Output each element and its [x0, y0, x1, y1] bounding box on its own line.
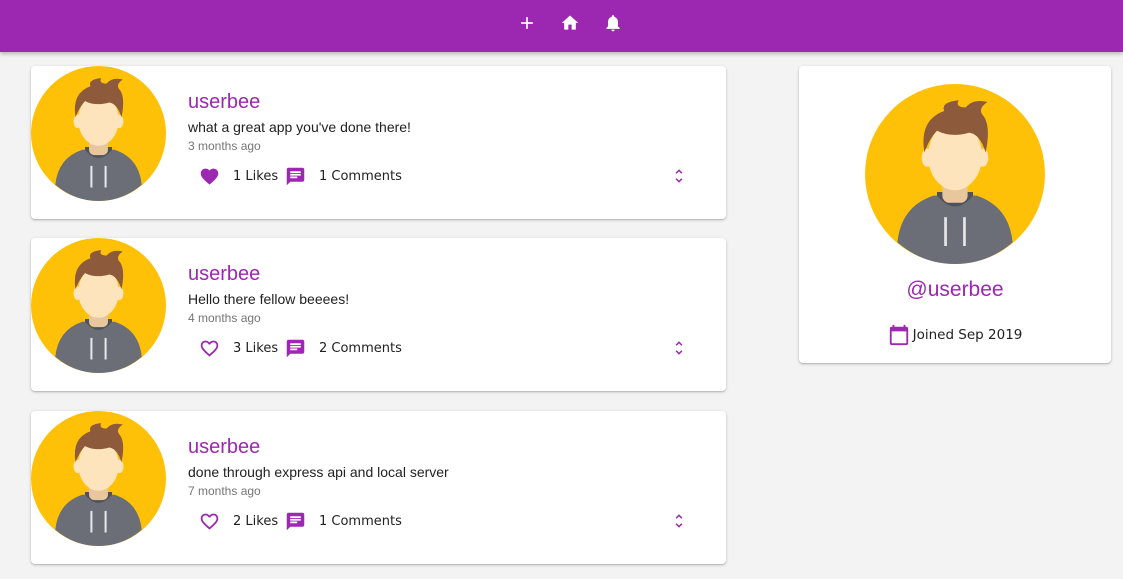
post-username-link[interactable]: userbee: [188, 436, 260, 459]
app-bar: [0, 0, 1123, 52]
chat-icon[interactable]: [285, 511, 306, 532]
like-button[interactable]: 3 Likes: [199, 336, 278, 360]
heart-outline-icon[interactable]: [199, 511, 220, 532]
add-icon: [521, 17, 533, 29]
post-body: what a great app you've done there!: [188, 119, 411, 135]
comments-button[interactable]: 2 Comments: [285, 336, 402, 360]
joined-text: Joined Sep 2019: [912, 327, 1023, 343]
like-count: 1 Likes: [233, 168, 279, 184]
profile-avatar: [865, 84, 1045, 264]
post-username-link[interactable]: userbee: [188, 91, 260, 114]
chat-icon[interactable]: [285, 166, 306, 187]
expand-post-button[interactable]: [668, 164, 690, 188]
user-avatar: [31, 66, 166, 201]
home-button[interactable]: [555, 8, 585, 38]
heart-filled-icon[interactable]: [199, 166, 220, 187]
chat-icon[interactable]: [285, 338, 306, 359]
like-button[interactable]: 2 Likes: [199, 509, 278, 533]
joined-date: Joined Sep 2019: [799, 324, 1111, 346]
heart-outline-icon[interactable]: [199, 338, 220, 359]
comment-count: 1 Comments: [319, 513, 402, 529]
post-card: userbee what a great app you've done the…: [31, 66, 726, 219]
post-card: userbee Hello there fellow beeees! 4 mon…: [31, 238, 726, 391]
post-body: done through express api and local serve…: [188, 464, 449, 480]
add-post-button[interactable]: [512, 8, 542, 38]
post-body: Hello there fellow beeees!: [188, 291, 350, 307]
unfold-more-icon: [675, 514, 683, 528]
post-timestamp: 7 months ago: [188, 484, 261, 498]
comments-button[interactable]: 1 Comments: [285, 164, 402, 188]
post-timestamp: 3 months ago: [188, 139, 261, 153]
unfold-more-icon: [675, 169, 683, 183]
bell-icon: [606, 15, 620, 32]
calendar-icon: [889, 324, 908, 346]
comment-count: 1 Comments: [319, 168, 402, 184]
profile-handle-link[interactable]: @userbee: [799, 278, 1111, 302]
home-icon: [561, 15, 579, 30]
profile-card: @userbee Joined Sep 2019: [799, 66, 1111, 363]
user-avatar: [31, 411, 166, 546]
expand-post-button[interactable]: [668, 336, 690, 360]
like-count: 3 Likes: [233, 340, 279, 356]
like-button[interactable]: 1 Likes: [199, 164, 278, 188]
user-avatar: [31, 238, 166, 373]
like-count: 2 Likes: [233, 513, 279, 529]
post-card: userbee done through express api and loc…: [31, 411, 726, 564]
comments-button[interactable]: 1 Comments: [285, 509, 402, 533]
comment-count: 2 Comments: [319, 340, 402, 356]
post-timestamp: 4 months ago: [188, 311, 261, 325]
post-username-link[interactable]: userbee: [188, 263, 260, 286]
unfold-more-icon: [675, 341, 683, 355]
notifications-button[interactable]: [598, 8, 628, 38]
expand-post-button[interactable]: [668, 509, 690, 533]
